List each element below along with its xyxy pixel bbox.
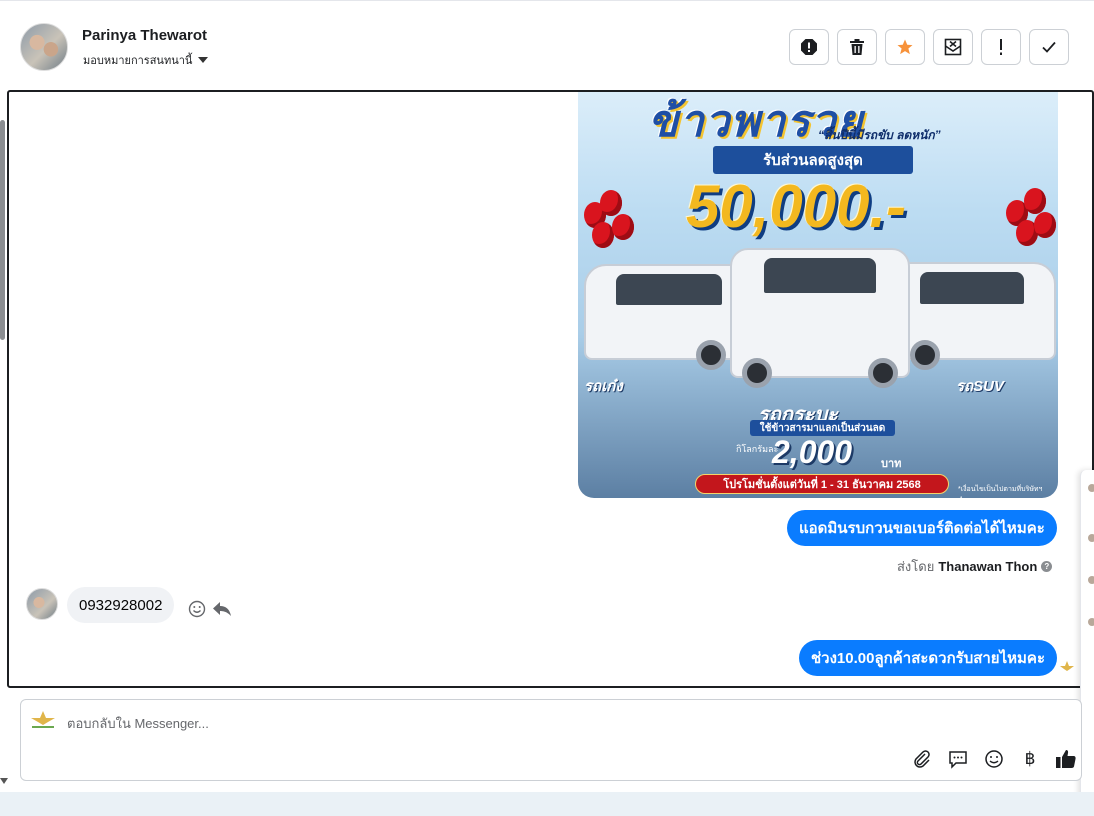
side-panel[interactable]	[1080, 470, 1094, 805]
sent-by-label: ส่งโดย Thanawan Thon ?	[897, 556, 1053, 577]
balloon-icon	[612, 214, 634, 240]
sent-by-prefix: ส่งโดย	[897, 559, 935, 574]
pickup-truck-image	[730, 248, 910, 388]
outgoing-message[interactable]: แอดมินรบกวนขอเบอร์ติดต่อได้ไหมคะ	[787, 510, 1057, 546]
spam-button[interactable]	[789, 29, 829, 65]
composer-actions: ฿	[911, 748, 1077, 770]
baht-icon[interactable]: ฿	[1019, 748, 1041, 770]
promo-image[interactable]: ข้าวพารวย “สิ้นปีนี้มีรถขับ ลดหนัก” รับส…	[578, 92, 1058, 498]
outgoing-message[interactable]: ช่วง10.00ลูกค้าสะดวกรับสายไหมคะ	[799, 640, 1058, 676]
promo-baht-label: บาท	[881, 458, 902, 470]
caret-down-icon	[198, 57, 209, 63]
reply-icon[interactable]	[212, 601, 232, 617]
follow-up-button[interactable]	[981, 29, 1021, 65]
assign-conversation-dropdown[interactable]: มอบหมายการสนทนานี้	[83, 51, 209, 69]
exclamation-icon	[1000, 39, 1002, 55]
balloon-icon	[1034, 212, 1056, 238]
star-button[interactable]	[885, 29, 925, 65]
reply-input[interactable]	[67, 712, 667, 734]
chat-bubble-icon[interactable]	[947, 748, 969, 770]
page-scrollbar[interactable]	[0, 120, 5, 340]
conversation-header: Parinya Thewarot มอบหมายการสนทนานี้	[0, 0, 1094, 90]
trash-icon	[850, 39, 864, 55]
suv-label: รถSUV	[956, 378, 1004, 395]
sedan-label: รถเก๋ง	[584, 378, 623, 395]
alert-octagon-icon	[801, 39, 817, 55]
suv-car-image	[888, 262, 1056, 370]
page-footer-strip	[0, 792, 1094, 816]
contact-avatar[interactable]	[20, 23, 68, 71]
paperclip-icon[interactable]	[911, 748, 933, 770]
page-logo-icon	[1060, 661, 1074, 671]
conversation-toolbar	[789, 29, 1069, 65]
sedan-car-image	[584, 264, 754, 370]
promo-per-kg-amount: 2,000	[772, 434, 853, 470]
thumbs-up-icon[interactable]	[1055, 748, 1077, 770]
check-icon	[1042, 41, 1056, 53]
emoji-icon[interactable]	[983, 748, 1005, 770]
message-thread[interactable]: ข้าวพารวย “สิ้นปีนี้มีรถขับ ลดหนัก” รับส…	[7, 90, 1094, 688]
balloon-icon	[600, 190, 622, 216]
page-logo-icon	[31, 711, 55, 728]
panel-avatar[interactable]	[1088, 534, 1094, 542]
done-button[interactable]	[1029, 29, 1069, 65]
promo-discount-amount: 50,000.-	[686, 173, 907, 240]
sent-by-name[interactable]: Thanawan Thon	[938, 559, 1037, 574]
scroll-down-icon[interactable]	[0, 778, 8, 784]
balloon-icon	[592, 222, 614, 248]
message-actions	[188, 600, 232, 618]
promo-fine-print: *เงื่อนไขเป็นไปตามที่บริษัทฯ กำหนด	[958, 486, 1043, 498]
contact-name[interactable]: Parinya Thewarot	[82, 27, 207, 44]
promo-period: โปรโมชั่นตั้งแต่วันที่ 1 - 31 ธันวาคม 25…	[695, 474, 949, 494]
incoming-message[interactable]: 0932928002	[67, 587, 175, 623]
help-icon[interactable]: ?	[1041, 561, 1053, 572]
panel-avatar[interactable]	[1088, 484, 1094, 492]
envelope-x-icon	[944, 38, 962, 56]
balloon-icon	[1024, 188, 1046, 214]
emoji-react-icon[interactable]	[188, 600, 206, 618]
reply-composer: ฿	[20, 699, 1082, 781]
sender-avatar[interactable]	[26, 588, 58, 620]
mark-unread-button[interactable]	[933, 29, 973, 65]
panel-avatar[interactable]	[1088, 618, 1094, 626]
star-icon	[897, 39, 913, 55]
panel-avatar[interactable]	[1088, 576, 1094, 584]
promo-tagline: “สิ้นปีนี้มีรถขับ ลดหนัก”	[818, 128, 941, 142]
assign-label: มอบหมายการสนทนานี้	[83, 55, 193, 67]
delete-button[interactable]	[837, 29, 877, 65]
promo-discount-label: รับส่วนลดสูงสุด	[713, 146, 913, 174]
